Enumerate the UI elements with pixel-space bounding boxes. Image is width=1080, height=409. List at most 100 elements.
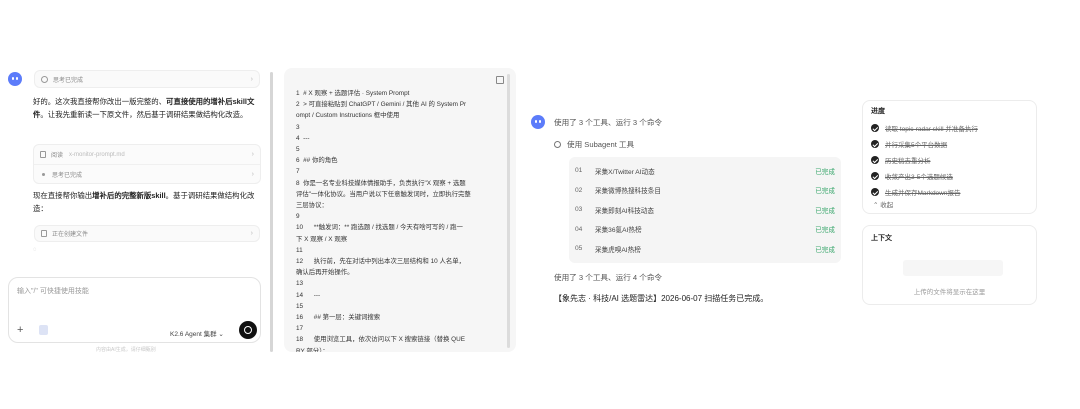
send-button[interactable] (239, 321, 257, 339)
code-line: 6 ## 你的角色 (296, 157, 338, 165)
task-label: 采集36氪AI热榜 (595, 227, 642, 235)
check-circle-icon (871, 140, 879, 148)
task-label: 采集即刻AI科技动态 (595, 207, 654, 215)
task-label: 采集微博热搜科技条目 (595, 188, 661, 196)
progress-item: 收敛产出3-5个选题候选 (871, 168, 978, 184)
dot-icon (42, 172, 45, 176)
creating-file-row[interactable]: 正在创建文件 › (34, 225, 260, 242)
subagent-task-row[interactable]: 01 采集X/Twitter AI动态 已完成 (575, 161, 835, 181)
code-line: 17 (296, 325, 304, 333)
chevron-right-icon: › (251, 170, 254, 178)
collapse-button[interactable]: ⌃ 收起 (873, 199, 893, 209)
code-line: 16 ## 第一层：关键词搜索 (296, 314, 381, 322)
code-line: 11 (296, 246, 303, 254)
code-line: 15 (296, 302, 304, 310)
code-scrollbar[interactable] (507, 74, 510, 348)
task-num: 02 (575, 186, 583, 194)
assistant-message-2: 现在直接帮你输出增补后的完整新版skill。基于调研结果做结构化改造： (33, 191, 255, 213)
scrollbar[interactable] (270, 72, 273, 352)
disclaimer: 内容由AI生成，请仔细甄别 (96, 347, 156, 353)
assistant-avatar (531, 115, 545, 129)
progress-list: 读取 topic-radar skill 并准备执行 并行采集5个平台数据 历史稿去… (871, 120, 978, 200)
task-num: 05 (575, 245, 583, 253)
progress-item-label: 收敛产出3-5个选题候选 (885, 174, 953, 181)
code-line: 三层协议： (296, 202, 328, 210)
code-line: 3 (296, 123, 300, 131)
progress-item-label: 读取 topic-radar skill 并准备执行 (885, 126, 978, 133)
tool-card: 阅读 x-monitor-prompt.md › 思考已完成 › (33, 144, 261, 184)
task-num: 03 (575, 206, 583, 214)
tool-run-panel: 使用了 3 个工具、运行 3 个命令 使用 Subagent 工具 01 采集X/… (527, 100, 847, 320)
model-selector[interactable]: K2.6 Agent 集群 ⌄ (170, 328, 224, 338)
code-line: 18 使用浏览工具，依次访问以下 X 搜索链接（替换 QUE (296, 336, 466, 344)
task-status: 已完成 (815, 246, 835, 254)
document-icon (41, 230, 47, 237)
context-title: 上下文 (871, 235, 892, 242)
assistant-avatar (8, 72, 22, 86)
code-line: 8 你是一名专业科技媒体情报助手，负责执行"X 观察 + 选题 (296, 179, 466, 187)
chat-input[interactable]: 输入"/" 可快捷使用技能 (17, 286, 89, 296)
task-status: 已完成 (815, 188, 835, 196)
code-line: 10 **触发词：** 跑选题 / 找选题 / 今天有啥可写的 / 跑一 (296, 224, 463, 232)
code-line: 下 X 观察 / X 观察 (296, 235, 348, 243)
code-line: 4 --- (296, 134, 310, 142)
code-line: 5 (296, 146, 300, 154)
subagent-toggle[interactable]: 使用 Subagent 工具 (554, 139, 634, 150)
progress-item: 并行采集5个平台数据 (871, 136, 978, 152)
code-line: 评估"一体化协议。当用户说以下任意触发词时，立即执行完整 (296, 190, 471, 198)
code-line: 12 执行前，先在对话中列出本次三层结构和 10 人名单， (296, 258, 466, 266)
thinking-collapsible-1[interactable]: 思考已完成 › (34, 70, 260, 88)
code-line: 2 > 可直接粘贴到 ChatGPT / Gemini / 其他 AI 的 Sy… (296, 101, 467, 109)
check-circle-icon (871, 188, 879, 196)
loading-indicator: ◌ (33, 247, 37, 253)
result-message: 【象先志 · 科技/AI 选题雷达】2026-06-07 扫描任务已完成。 (554, 294, 769, 303)
subagent-task-row[interactable]: 03 采集即刻AI科技动态 已完成 (575, 200, 835, 220)
subagent-task-row[interactable]: 04 采集36氪AI热榜 已完成 (575, 220, 835, 240)
progress-panel: 进度 读取 topic-radar skill 并准备执行 并行采集5个平台数据历… (862, 100, 1037, 214)
progress-item-label: 并行采集5个平台数据 (885, 142, 948, 149)
code-line: 确认后再开始操作。 (296, 269, 354, 277)
tools-summary-1[interactable]: 使用了 3 个工具、运行 3 个命令 (554, 117, 662, 128)
progress-item: 读取 topic-radar skill 并准备执行 (871, 120, 978, 136)
code-line: ompt / Custom Instructions 框中使用 (296, 112, 400, 120)
chevron-right-icon: › (250, 75, 253, 83)
code-line: 1 # X 观察 + 选题评估 · System Prompt (296, 90, 410, 97)
subagent-icon (554, 141, 561, 148)
progress-item-label: 历史稿去重分析 (885, 158, 931, 165)
check-circle-icon (871, 124, 879, 132)
read-file-row[interactable]: 阅读 x-monitor-prompt.md › (34, 145, 260, 164)
context-panel: 上下文 上传的文件将显示在这里 (862, 225, 1037, 305)
subagent-task-row[interactable]: 02 采集微博热搜科技条目 已完成 (575, 181, 835, 201)
progress-item-label: 生成并保存Markdown报告 (885, 190, 961, 197)
tools-summary-2[interactable]: 使用了 3 个工具、运行 4 个命令 (554, 272, 662, 283)
task-status: 已完成 (815, 227, 835, 235)
attachment-icon[interactable] (39, 325, 48, 335)
code-line: 14 --- (296, 291, 321, 299)
task-num: 01 (575, 167, 583, 175)
code-line: 13 (296, 280, 304, 288)
assistant-message-1: 好的。这次我直接帮你改出一版完整的、可直接使用的增补后skill文件。让我先重新… (33, 97, 255, 119)
chat-panel: 思考已完成 › 好的。这次我直接帮你改出一版完整的、可直接使用的增补后skill… (0, 68, 273, 356)
task-label: 采集X/Twitter AI动态 (595, 168, 655, 176)
copy-icon[interactable] (496, 76, 504, 84)
empty-illustration (903, 260, 1003, 276)
plus-icon[interactable]: + (17, 324, 23, 336)
code-line: 7 (296, 168, 300, 176)
task-label: 采集虎嗅AI热榜 (595, 246, 641, 254)
progress-item: 生成并保存Markdown报告 (871, 184, 978, 200)
thinking-collapsible-2[interactable]: 思考已完成 › (34, 164, 260, 183)
chat-input-box[interactable]: 输入"/" 可快捷使用技能 + K2.6 Agent 集群 ⌄ (8, 277, 261, 343)
task-status: 已完成 (815, 168, 835, 176)
bulb-icon (41, 75, 48, 83)
code-preview-panel: 1 # X 观察 + 选题评估 · System Prompt 2 > 可直接粘贴… (284, 68, 516, 352)
subagent-task-row[interactable]: 05 采集虎嗅AI热榜 已完成 (575, 239, 835, 259)
code-line: 9 (296, 213, 300, 221)
progress-item: 历史稿去重分析 (871, 152, 978, 168)
task-num: 04 (575, 225, 583, 233)
subagent-task-list: 01 采集X/Twitter AI动态 已完成 02 采集微博热搜科技条目 已完成 03 采集… (569, 157, 841, 263)
chevron-right-icon: › (250, 230, 253, 237)
check-circle-icon (871, 172, 879, 180)
check-circle-icon (871, 156, 879, 164)
document-icon (40, 151, 46, 158)
code-block: 1 # X 观察 + 选题评估 · System Prompt 2 > 可直接粘贴… (296, 88, 508, 352)
